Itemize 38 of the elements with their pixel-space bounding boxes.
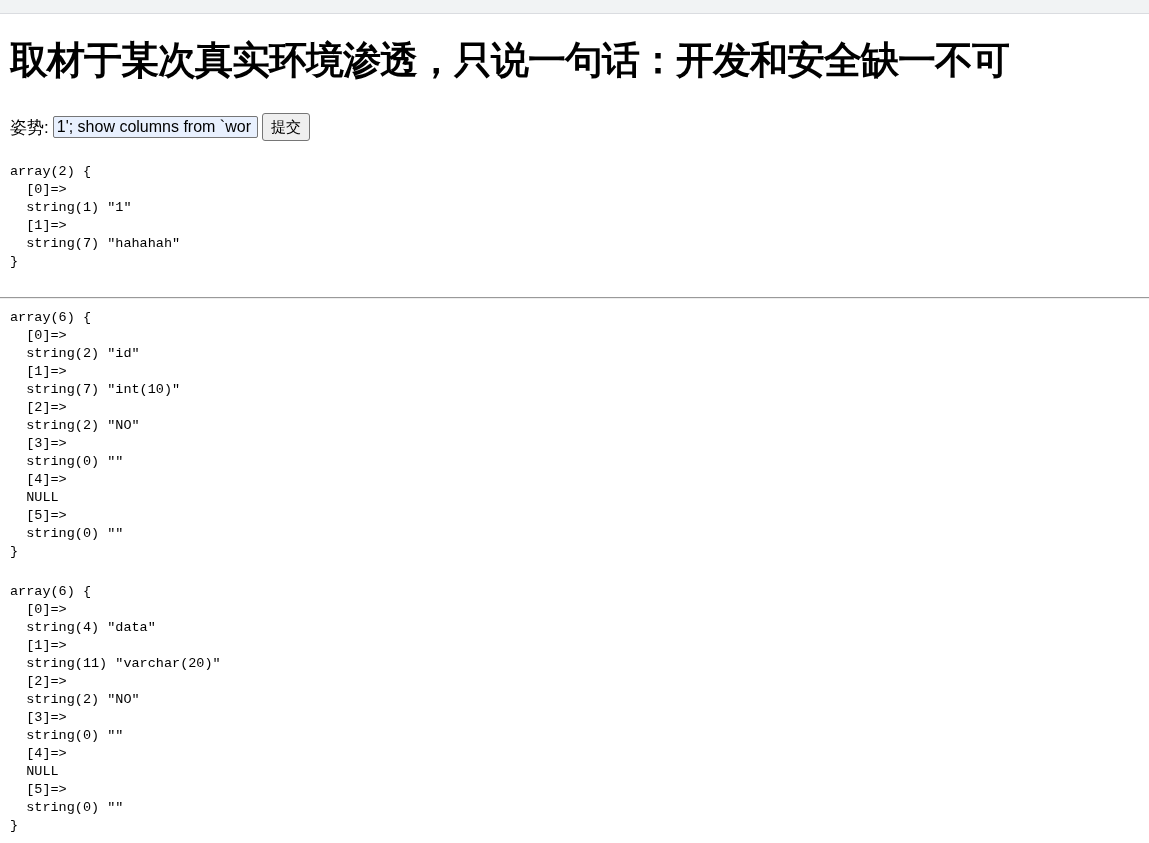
dump-line: }: [10, 817, 20, 835]
dump-line: string(11) "varchar(20)": [25, 655, 222, 673]
dump-line: [5]=>: [25, 781, 68, 799]
dump-line: [4]=>: [25, 745, 68, 763]
dump-line: }: [10, 543, 20, 561]
dump-line: array(2) {: [10, 163, 92, 181]
dump-line: [5]=>: [25, 507, 68, 525]
dump-line: string(2) "NO": [25, 691, 141, 709]
dump-line: [0]=>: [25, 327, 68, 345]
submit-button[interactable]: 提交: [261, 113, 310, 141]
dump-line: string(2) "id": [25, 345, 141, 363]
dump-line: string(7) "hahahah": [25, 235, 182, 253]
dump-line: string(0) "": [25, 525, 125, 543]
dump-line: [2]=>: [25, 673, 68, 691]
dump-line: [2]=>: [25, 399, 68, 417]
page-title: 取材于某次真实环境渗透，只说一句话：开发和安全缺一不可: [10, 37, 1010, 84]
dump-line: [0]=>: [25, 181, 68, 199]
dump-line: NULL: [25, 763, 60, 781]
dump-line: string(7) "int(10)": [25, 381, 182, 399]
dump-line: array(6) {: [10, 309, 92, 327]
dump-line: [1]=>: [25, 637, 68, 655]
dump-line: [0]=>: [25, 601, 68, 619]
dump-line: [1]=>: [25, 217, 68, 235]
input-field[interactable]: 1'; show columns from `wor: [52, 116, 258, 138]
field-label: 姿势:: [10, 116, 49, 139]
dump-line: [3]=>: [25, 709, 68, 727]
dump-line: [3]=>: [25, 435, 68, 453]
dump-line: string(2) "NO": [25, 417, 141, 435]
dump-line: string(0) "": [25, 799, 125, 817]
dump-line: NULL: [25, 489, 60, 507]
dump-line: }: [10, 253, 20, 271]
dump-line: string(1) "1": [25, 199, 133, 217]
dump-line: string(0) "": [25, 727, 125, 745]
dump-line: array(6) {: [10, 583, 92, 601]
dump-line: [4]=>: [25, 471, 68, 489]
dump-line: string(0) "": [25, 453, 125, 471]
dump-line: string(4) "data": [25, 619, 157, 637]
dump-line: [1]=>: [25, 363, 68, 381]
